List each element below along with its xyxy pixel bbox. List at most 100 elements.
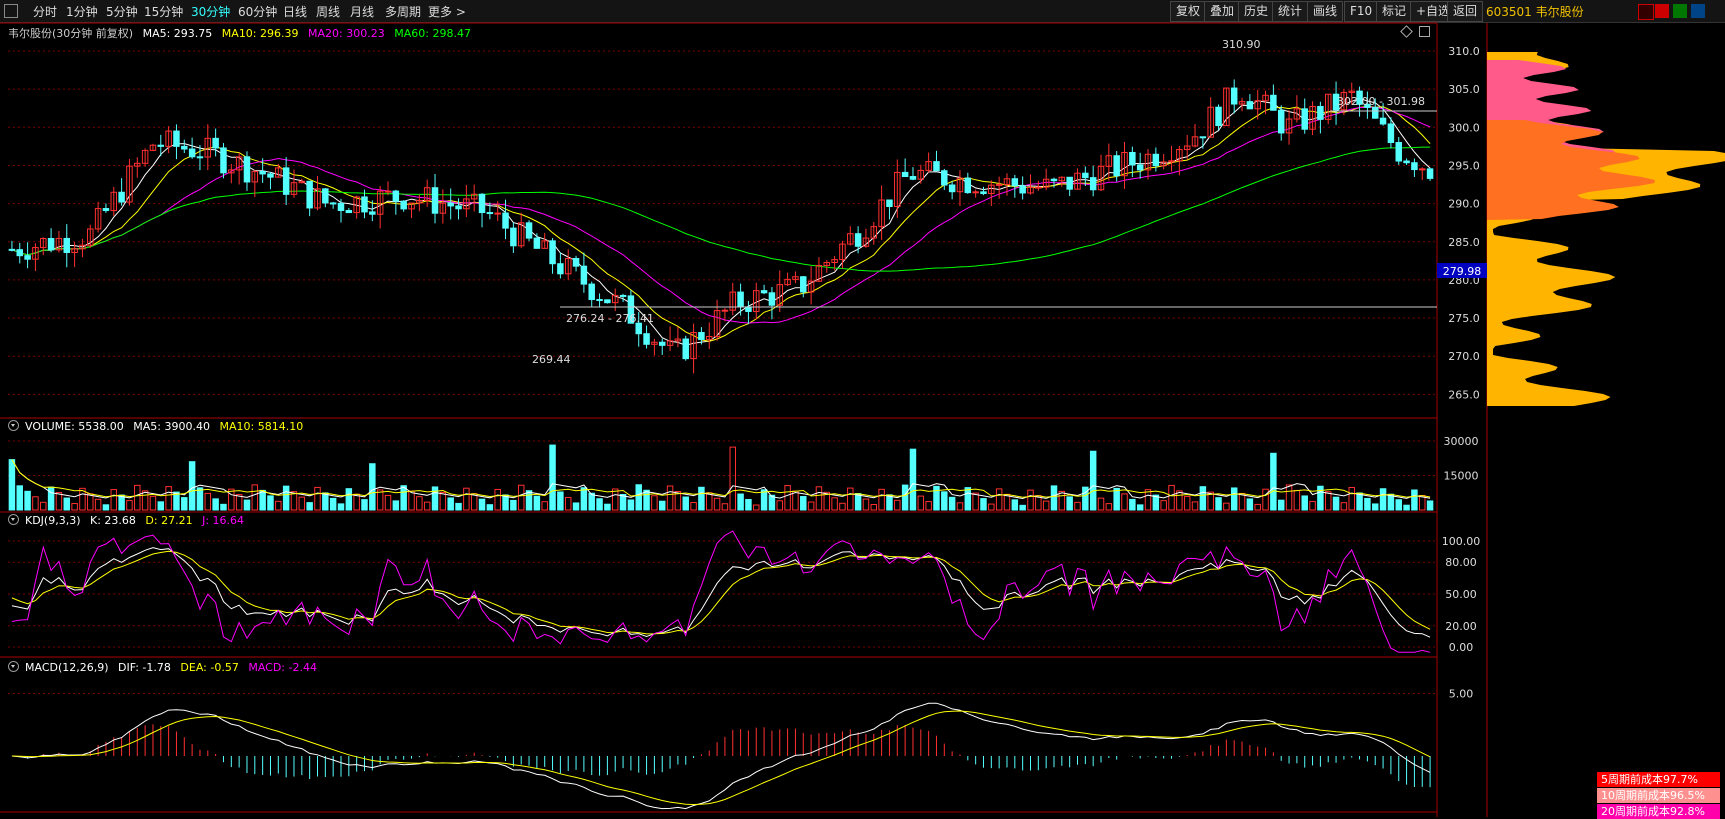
volume-bar [784, 485, 791, 511]
price-tick-label: 295.0 [1448, 159, 1480, 172]
volume-bar [894, 499, 901, 511]
volume-bar [917, 495, 925, 511]
candle-body [478, 193, 486, 214]
volume-bar [306, 502, 313, 511]
current-price-label: 279.98 [1443, 265, 1482, 278]
volume-bar [964, 487, 972, 511]
candle-body [102, 208, 110, 212]
volume-bar [1066, 496, 1073, 511]
volume-bar [212, 498, 219, 511]
range-label: 276.24 - 276.41 [566, 312, 654, 325]
volume-bar [1254, 503, 1261, 511]
candle-body [8, 248, 16, 251]
volume-bar [1129, 498, 1136, 511]
volume-bar [110, 489, 118, 511]
candle-body [557, 263, 564, 275]
volume-bar [267, 495, 274, 511]
volume-bar [1160, 500, 1167, 511]
volume-bar [1223, 502, 1230, 511]
candle-body [212, 137, 219, 149]
candle-body [392, 190, 400, 202]
volume-bar [541, 501, 548, 511]
volume-bar [369, 463, 376, 511]
candle-body [1082, 172, 1089, 179]
volume-bar [713, 497, 721, 511]
candle-body [800, 276, 807, 293]
volume-bar [243, 499, 251, 511]
volume-bar [463, 487, 470, 511]
volume-bar [455, 502, 462, 511]
candle-body [188, 148, 196, 158]
kdj-tick-label: 100.00 [1442, 535, 1481, 548]
volume-ma-line [11, 459, 1431, 500]
volume-bar [1136, 504, 1144, 511]
range-label: 302.00 - 301.98 [1337, 95, 1425, 108]
candle-body [196, 156, 204, 159]
volume-bar [643, 489, 650, 511]
volume-bar [1340, 502, 1348, 511]
volume-bar [1403, 504, 1410, 511]
volume-bar [1230, 487, 1238, 511]
volume-bar [165, 486, 172, 511]
volume-bar [47, 486, 55, 511]
volume-bar [1113, 487, 1120, 511]
candle-body [181, 145, 188, 150]
ma5-line [11, 97, 1431, 346]
candle-body [16, 249, 23, 257]
candle-body [47, 238, 55, 251]
candle-body [964, 177, 972, 194]
volume-bar [1309, 500, 1316, 511]
volume-bar [1191, 501, 1199, 511]
candle-body [1277, 109, 1285, 134]
volume-bar [1215, 497, 1222, 511]
volume-bar [1277, 499, 1285, 511]
volume-bar [16, 485, 23, 511]
volume-bar [619, 493, 627, 511]
volume-tick-label: 15000 [1444, 470, 1479, 483]
volume-bar [134, 484, 141, 511]
candle-body [1395, 142, 1402, 162]
volume-bar [815, 486, 823, 511]
volume-bar [157, 501, 165, 511]
kdj-tick-label: 0.00 [1449, 641, 1474, 654]
candle-body [322, 188, 329, 204]
volume-bar [588, 492, 595, 511]
candle-body [118, 191, 125, 203]
candle-body [1411, 162, 1418, 171]
volume-bar [549, 444, 556, 511]
volume-bar [878, 488, 885, 511]
volume-bar [721, 503, 729, 511]
volume-bar [1262, 488, 1269, 511]
candle-body [1230, 87, 1238, 105]
volume-bar [901, 484, 909, 511]
volume-bar [1356, 492, 1363, 511]
kdj-d-line [11, 550, 1431, 635]
volume-bar [517, 484, 525, 511]
volume-bar [408, 490, 415, 511]
volume-bar [956, 502, 964, 511]
volume-bar [980, 498, 987, 511]
volume-bar [557, 491, 564, 511]
volume-bar [423, 501, 431, 511]
candle-body [1215, 106, 1222, 127]
volume-bar [596, 498, 603, 511]
candle-body [549, 240, 556, 265]
price-tick-label: 285.0 [1448, 236, 1480, 249]
volume-bar [228, 488, 235, 511]
candle-body [1089, 177, 1097, 191]
price-tick-label: 305.0 [1448, 83, 1480, 96]
volume-bar [337, 503, 345, 511]
volume-bar [698, 486, 705, 511]
candle-body [1035, 186, 1042, 189]
volume-bar [682, 496, 689, 511]
volume-bar [1364, 497, 1371, 511]
volume-bar [525, 490, 533, 511]
candle-body [510, 227, 517, 247]
candle-body [329, 202, 337, 205]
kline-chart[interactable]: 310.0305.0300.0295.0290.0285.0280.0275.0… [0, 0, 1725, 817]
candle-body [901, 171, 909, 178]
kdj-j-line [11, 530, 1431, 653]
candle-body [1317, 105, 1324, 120]
volume-bar [706, 492, 713, 511]
volume-bar [1089, 450, 1097, 511]
